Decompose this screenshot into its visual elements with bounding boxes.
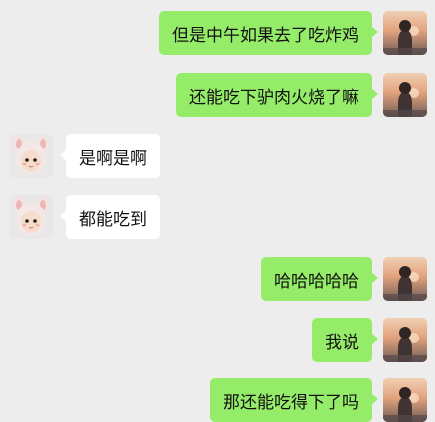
baby-bunny-hat-avatar-icon[interactable]	[9, 134, 53, 178]
message-bubble-received[interactable]: 是啊是啊	[60, 134, 160, 178]
message-bubble-sent[interactable]: 但是中午如果去了吃炸鸡	[159, 11, 378, 55]
message-text: 都能吃到	[79, 209, 147, 230]
message-text: 那还能吃得下了吗	[223, 392, 359, 413]
message-row: 是啊是啊	[0, 134, 435, 178]
message-bubble-sent[interactable]: 那还能吃得下了吗	[210, 378, 378, 422]
sunset-portrait-avatar-icon[interactable]	[383, 318, 427, 362]
message-row: 都能吃到	[0, 195, 435, 239]
message-row: 那还能吃得下了吗	[0, 378, 435, 422]
baby-bunny-hat-avatar-icon[interactable]	[9, 195, 53, 239]
message-text: 哈哈哈哈哈	[274, 271, 359, 292]
message-bubble-received[interactable]: 都能吃到	[60, 195, 160, 239]
sunset-portrait-avatar-icon[interactable]	[383, 257, 427, 301]
message-bubble-sent[interactable]: 哈哈哈哈哈	[261, 257, 378, 301]
message-text: 我说	[325, 332, 359, 353]
chat-message-list[interactable]: 但是中午如果去了吃炸鸡 还能吃下驴肉火烧了嘛 是啊是啊 都能吃到 哈哈哈哈哈 我…	[0, 0, 435, 422]
sunset-portrait-avatar-icon[interactable]	[383, 378, 427, 422]
message-row: 还能吃下驴肉火烧了嘛	[0, 73, 435, 117]
message-row: 哈哈哈哈哈	[0, 257, 435, 301]
message-text: 是啊是啊	[79, 148, 147, 169]
sunset-portrait-avatar-icon[interactable]	[383, 73, 427, 117]
message-bubble-sent[interactable]: 还能吃下驴肉火烧了嘛	[176, 73, 378, 117]
message-bubble-sent[interactable]: 我说	[312, 318, 378, 362]
message-text: 但是中午如果去了吃炸鸡	[172, 25, 359, 46]
message-text: 还能吃下驴肉火烧了嘛	[189, 87, 359, 108]
message-row: 我说	[0, 318, 435, 362]
message-row: 但是中午如果去了吃炸鸡	[0, 11, 435, 55]
sunset-portrait-avatar-icon[interactable]	[383, 11, 427, 55]
